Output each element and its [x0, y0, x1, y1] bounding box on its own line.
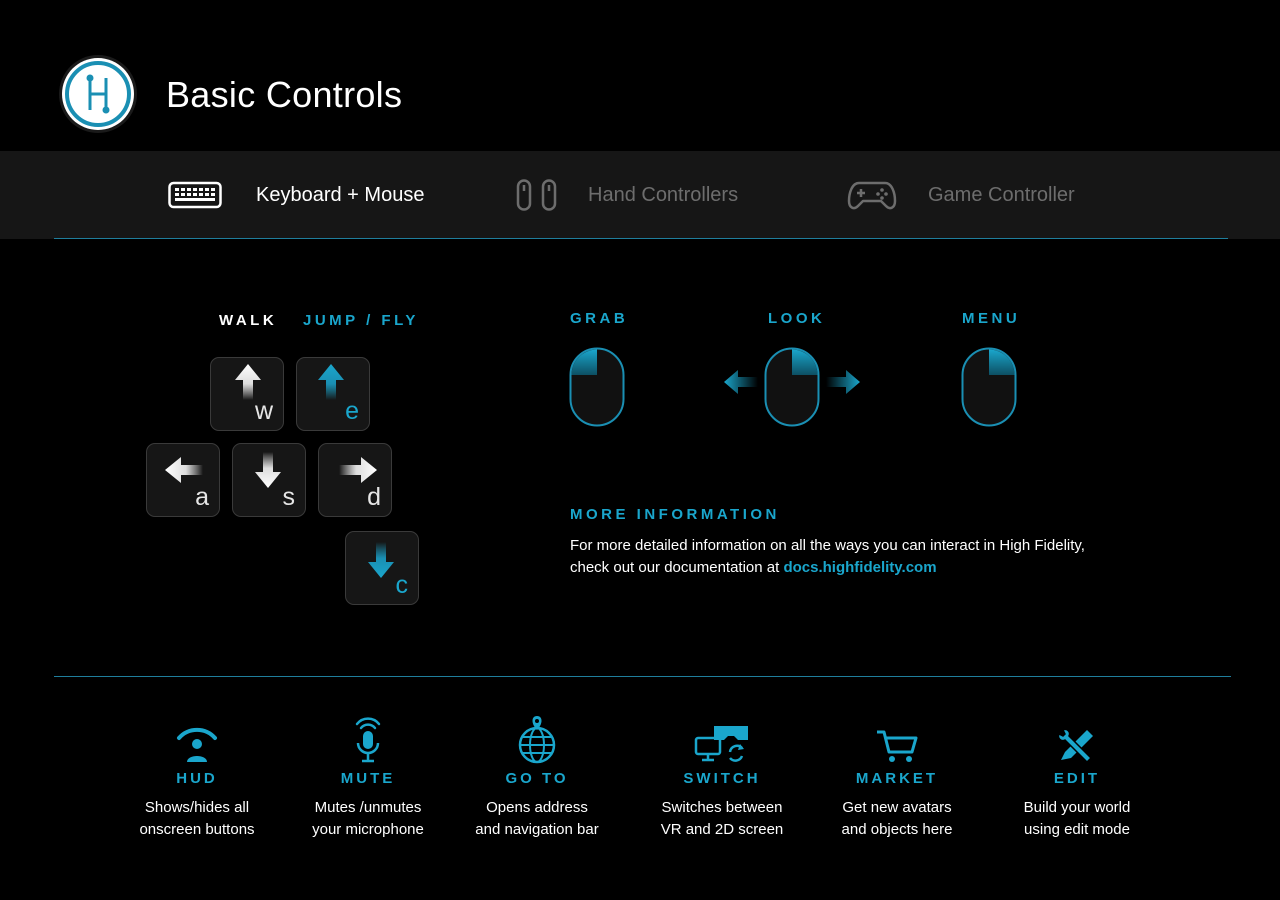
- more-info-line1: For more detailed information on all the…: [570, 537, 1085, 554]
- key-s: s: [232, 443, 306, 517]
- feature-mute-desc-1: Mutes /unmutes: [314, 799, 422, 816]
- feature-edit: EDIT Build your world using edit mode: [992, 708, 1162, 841]
- key-e: e: [296, 357, 370, 431]
- globe-pin-icon: [518, 716, 556, 764]
- arrow-down-blue-icon: [368, 542, 394, 578]
- key-c-label: c: [395, 571, 409, 599]
- high-fidelity-logo: [62, 58, 134, 130]
- key-a-label: a: [195, 483, 209, 511]
- logo-icon: [65, 61, 131, 127]
- more-info-text: For more detailed information on all the…: [570, 535, 1170, 579]
- feature-hud-desc-1: Shows/hides all: [144, 799, 250, 816]
- key-d: d: [318, 443, 392, 517]
- tab-keyboard-mouse[interactable]: Keyboard + Mouse: [168, 151, 424, 239]
- arrow-right-icon: [339, 457, 377, 483]
- tab-game-controller-label: Game Controller: [928, 183, 1075, 206]
- look-label: LOOK: [768, 310, 826, 327]
- mouse-look: [764, 347, 820, 427]
- feature-edit-name: EDIT: [1053, 770, 1101, 787]
- grab-label: GRAB: [570, 310, 629, 327]
- mouse-left-button-icon: [569, 347, 625, 427]
- key-s-label: s: [282, 483, 296, 511]
- key-w-label: w: [254, 397, 273, 425]
- feature-hud: HUD Shows/hides all onscreen buttons: [112, 708, 282, 841]
- feature-mute-name: MUTE: [340, 770, 396, 787]
- tab-game-controller[interactable]: Game Controller: [847, 151, 1075, 239]
- feature-market-name: MARKET: [855, 770, 939, 787]
- arrow-up-blue-icon: [318, 364, 344, 400]
- walk-label: WALK: [219, 312, 278, 329]
- key-d-label: d: [367, 483, 381, 511]
- feature-goto-desc-2: and navigation bar: [475, 821, 599, 838]
- feature-switch-name: SWITCH: [683, 770, 761, 787]
- key-c: c: [345, 531, 419, 605]
- section-divider: [54, 676, 1231, 677]
- feature-market-desc-2: and objects here: [841, 821, 953, 838]
- arrow-left-blue-icon: [724, 370, 758, 394]
- feature-switch-desc-1: Switches between: [661, 799, 783, 816]
- jump-fly-label: JUMP / FLY: [303, 312, 419, 329]
- gamepad-icon: [847, 181, 897, 210]
- feature-mute-desc-2: your microphone: [312, 821, 424, 838]
- key-e-label: e: [345, 397, 359, 425]
- key-a: a: [146, 443, 220, 517]
- feature-goto-desc-1: Opens address: [486, 799, 588, 816]
- arrow-right-blue-icon: [826, 370, 860, 394]
- mouse-right-click: [961, 347, 1017, 427]
- arrow-down-icon: [255, 452, 281, 488]
- keyboard-icon: [168, 181, 222, 209]
- hand-controllers-icon: [516, 179, 557, 211]
- microphone-icon: [355, 717, 381, 763]
- menu-label: MENU: [962, 310, 1021, 327]
- look-left-arrow: [722, 367, 762, 402]
- mouse-right-button-icon: [961, 347, 1017, 427]
- feature-market: MARKET Get new avatars and objects here: [812, 708, 982, 841]
- arrow-left-icon: [165, 457, 203, 483]
- tab-hand-controllers-label: Hand Controllers: [588, 183, 739, 206]
- tab-keyboard-mouse-label: Keyboard + Mouse: [256, 183, 425, 206]
- cart-icon: [877, 730, 918, 762]
- tab-hand-controllers[interactable]: Hand Controllers: [516, 151, 738, 239]
- mouse-look-icon: [764, 347, 820, 427]
- feature-hud-desc-2: onscreen buttons: [139, 821, 255, 838]
- feature-goto-name: GO TO: [505, 770, 569, 787]
- feature-switch: SWITCH Switches between VR and 2D screen: [637, 708, 807, 841]
- page-title: Basic Controls: [166, 74, 403, 115]
- feature-mute: MUTE Mutes /unmutes your microphone: [283, 708, 453, 841]
- more-info-line2: check out our documentation at: [570, 559, 784, 576]
- mouse-left-click: [569, 347, 625, 427]
- feature-switch-desc-2: VR and 2D screen: [660, 821, 784, 838]
- feature-hud-name: HUD: [176, 770, 218, 787]
- hud-icon: [177, 727, 217, 762]
- feature-goto: GO TO Opens address and navigation bar: [452, 708, 622, 841]
- feature-edit-desc-1: Build your world: [1023, 799, 1131, 816]
- look-right-arrow: [822, 367, 862, 402]
- vr-switch-icon: [694, 726, 748, 762]
- edit-tools-icon: [1057, 728, 1093, 764]
- arrow-up-icon: [235, 364, 261, 400]
- docs-link[interactable]: docs.highfidelity.com: [783, 559, 936, 576]
- key-w: w: [210, 357, 284, 431]
- more-info-heading: MORE INFORMATION: [570, 506, 780, 523]
- feature-market-desc-1: Get new avatars: [842, 799, 952, 816]
- feature-edit-desc-2: using edit mode: [1024, 821, 1130, 838]
